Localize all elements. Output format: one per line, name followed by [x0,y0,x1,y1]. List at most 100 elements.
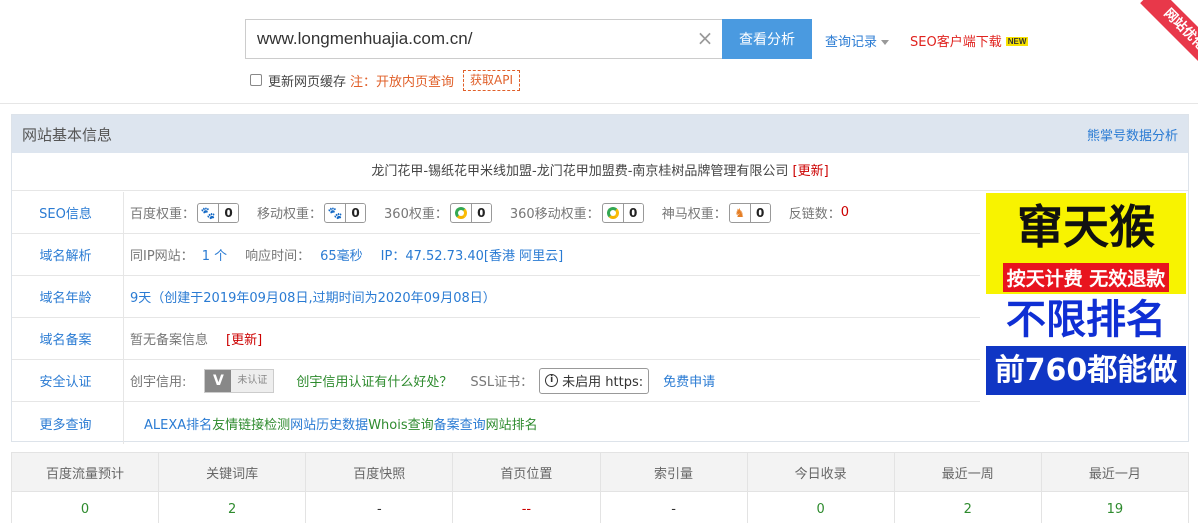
domain-age-value: 9天（创建于2019年09月08日,过期时间为2020年09月08日） [130,291,496,306]
stats-header-cell: 首页位置 [453,453,601,491]
traffic-estimate-value[interactable]: 0 [12,491,160,523]
shenma-weight-label: 神马权重： [661,207,727,222]
icp-value: 暂无备案信息 [130,333,209,348]
corner-ribbon[interactable]: 网站优化 [1128,0,1198,70]
s360-logo-icon [454,206,467,219]
stats-header-cell: 百度快照 [306,453,454,491]
baidu-weight-value: 0 [218,203,239,222]
panel-header: 网站基本信息 熊掌号数据分析 [12,115,1188,153]
advertisement-banner[interactable]: 窜天猴 按天计费 无效退款 不限排名 前760都能做 [986,193,1186,395]
site-rank-link[interactable]: 网站排名 [486,414,538,433]
more-row: 更多查询 ALEXA排名 友情链接检测 网站历史数据 Whois查询 备案查询 … [12,402,980,444]
refresh-cache-checkbox[interactable] [250,74,262,86]
alexa-link[interactable]: ALEXA排名 [144,414,212,433]
last-week-value[interactable]: 2 [894,491,1042,523]
seo-client-label: SEO客户端下载 [910,35,1002,50]
options-row: 更新网页缓存 注：开放内页查询 获取API [250,69,521,91]
ip-text[interactable]: IP：47.52.73.40[香港 阿里云] [381,245,564,264]
last-month-value[interactable]: 19 [1041,491,1188,523]
security-row: 安全认证 创宇信用: V 未认证 创宇信用认证有什么好处？ SSL证书： i 未启用… [12,360,980,402]
dns-label[interactable]: 域名解析 [12,234,124,275]
site-title-row: 龙门花甲-锡纸花甲米线加盟-龙门花甲加盟费-南京桂树品牌管理有限公司 [更新] [12,153,1188,191]
clear-icon[interactable]: × [695,28,715,48]
baidu-paw-icon: 🐾 [200,205,216,220]
ssl-status-text: 未启用 https: [562,375,644,390]
icp-query-link[interactable]: 备案查询 [434,414,486,433]
seo-row: SEO信息 百度权重： 🐾 0 移动权重： 🐾 0 360权重： 0 360移动权重… [12,192,980,234]
shenma-horse-icon: ♞ [734,205,746,220]
s360-weight-label: 360权重： [384,207,448,222]
ssl-label: SSL证书： [470,375,534,390]
credit-badge-text: 未认证 [237,374,268,386]
query-history-label: 查询记录 [825,35,878,50]
stats-header-cell: 今日收录 [748,453,895,491]
stats-table: 百度流量预计 关键词库 百度快照 首页位置 索引量 今日收录 最近一周 最近一月… [11,452,1189,523]
index-count-value: - [600,491,748,523]
ad-line-4: 前760都能做 [986,346,1186,395]
inner-page-note: 注：开放内页查询 [350,74,455,90]
credit-badge[interactable]: V 未认证 [204,368,275,393]
search-bar: × 查看分析 [245,19,812,59]
icp-update-link[interactable]: [更新] [226,329,262,348]
homepage-position-value: -- [453,491,601,523]
site-info-panel: 网站基本信息 熊掌号数据分析 龙门花甲-锡纸花甲米线加盟-龙门花甲加盟费-南京桂… [11,114,1189,444]
s360m-weight-badge[interactable]: 0 [601,202,644,223]
backlinks-value[interactable]: 0 [841,205,849,220]
ssl-apply-link[interactable]: 免费申请 [663,371,715,390]
same-ip-value[interactable]: 1 个 [202,245,227,264]
dns-row: 域名解析 同IP网站： 1 个 响应时间： 65毫秒 IP：47.52.73.4… [12,234,980,276]
site-title: 龙门花甲-锡纸花甲米线加盟-龙门花甲加盟费-南京桂树品牌管理有限公司 [371,164,789,179]
more-label[interactable]: 更多查询 [12,402,124,444]
stats-header-cell: 最近一月 [1088,466,1141,482]
refresh-cache-label: 更新网页缓存 [268,74,347,90]
credit-label: 创宇信用: [130,375,187,390]
seo-client-download-link[interactable]: SEO客户端下载 NEW [910,31,1029,50]
backlinks-label: 反链数： [788,207,841,222]
corner-ribbon-text: 网站优化 [1140,0,1198,70]
stats-header-cell: 最近一周 [895,453,1042,491]
panel-title: 网站基本信息 [22,125,113,144]
domain-age-label[interactable]: 域名年龄 [12,276,124,317]
stats-header-row: 百度流量预计 关键词库 百度快照 首页位置 索引量 今日收录 最近一周 最近一月 [12,453,1188,491]
xiongzhang-analysis-link[interactable]: 熊掌号数据分析 [1087,125,1178,144]
ad-line-2: 按天计费 无效退款 [1002,263,1170,292]
seo-label[interactable]: SEO信息 [12,192,124,233]
ad-line-1: 窜天猴 [986,193,1186,261]
baidu-weight-badge[interactable]: 🐾 0 [197,202,240,223]
ssl-status-box: i 未启用 https: [539,367,650,394]
baidu-weight-label: 百度权重： [130,207,196,222]
baidu-paw-icon: 🐾 [327,205,343,220]
url-search-input[interactable] [245,19,722,59]
icp-label[interactable]: 域名备案 [12,318,124,359]
mobile-weight-label: 移动权重： [257,207,323,222]
site-history-link[interactable]: 网站历史数据 [290,414,368,433]
query-history-link[interactable]: 查询记录 [825,31,890,50]
info-icon: i [545,374,559,387]
today-indexed-value[interactable]: 0 [747,491,895,523]
analyze-button[interactable]: 查看分析 [722,19,812,59]
credit-v-icon: V [205,369,232,392]
mobile-weight-badge[interactable]: 🐾 0 [324,202,367,223]
whois-link[interactable]: Whois查询 [368,414,433,433]
credit-benefit-link[interactable]: 创宇信用认证有什么好处？ [296,371,452,390]
get-api-link[interactable]: 获取API [463,69,521,91]
s360m-weight-value: 0 [622,203,643,222]
s360-weight-badge[interactable]: 0 [449,202,492,223]
site-title-update-link[interactable]: [更新] [793,164,829,179]
response-time-value: 65毫秒 [320,249,363,264]
info-rows: SEO信息 百度权重： 🐾 0 移动权重： 🐾 0 360权重： 0 360移动权重… [12,192,980,444]
page: × 查看分析 查询记录 SEO客户端下载NEW 更新网页缓存 注：开放内页查询 … [0,0,1198,523]
stats-header-cell: 索引量 [601,453,748,491]
keyword-count-value[interactable]: 2 [159,491,307,523]
chevron-down-icon [881,40,890,45]
icp-row: 域名备案 暂无备案信息 [更新] [12,318,980,360]
s360-weight-value: 0 [470,203,491,222]
security-label[interactable]: 安全认证 [12,360,124,401]
same-ip-label: 同IP网站： [130,249,194,264]
divider [0,103,1198,104]
s360m-weight-label: 360移动权重： [509,207,600,222]
domain-age-row: 域名年龄 9天（创建于2019年09月08日,过期时间为2020年09月08日） [12,276,980,318]
mobile-weight-value: 0 [345,203,366,222]
shenma-weight-badge[interactable]: ♞ 0 [728,202,771,223]
friendlink-check-link[interactable]: 友情链接检测 [212,414,290,433]
